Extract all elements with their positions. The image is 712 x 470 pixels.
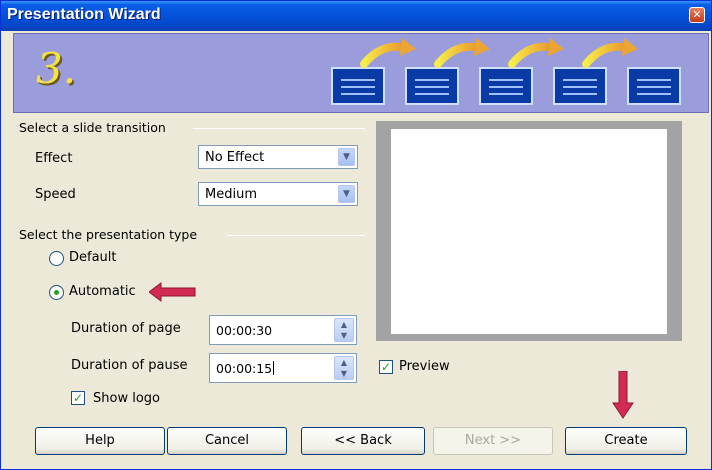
back-button[interactable]: << Back [301,427,425,455]
preview-label[interactable]: Preview [399,359,450,374]
wizard-banner: 3. [13,33,709,113]
close-icon[interactable]: ✕ [689,7,705,23]
duration-pause-value: 00:00:15 [216,361,273,376]
cancel-button[interactable]: Cancel [167,427,287,455]
show-logo-checkbox[interactable]: ✓ [71,391,85,405]
duration-page-field[interactable]: 00:00:30 ▲ ▼ [209,315,357,345]
preview-checkbox[interactable]: ✓ [379,360,393,374]
effect-value: No Effect [205,150,265,165]
text-caret [273,361,275,375]
title-bar[interactable]: Presentation Wizard ✕ [1,1,711,31]
automatic-radio[interactable] [49,285,64,300]
annotation-arrow-down-icon [612,371,634,419]
show-logo-label[interactable]: Show logo [93,391,160,406]
speed-dropdown[interactable]: Medium ▼ [198,182,358,206]
presentation-wizard-window: Presentation Wizard ✕ 3. Select a slide … [0,0,712,470]
slides-progress-icon [331,38,681,105]
duration-pause-value-wrap: 00:00:15 [216,361,275,376]
spin-up-icon[interactable]: ▲ [335,319,353,330]
spin-down-icon[interactable]: ▼ [335,330,353,341]
duration-pause-label: Duration of pause [71,358,188,373]
chevron-down-icon[interactable]: ▼ [338,185,355,203]
duration-page-label: Duration of page [71,321,181,336]
presentation-type-section-label: Select the presentation type [19,227,198,242]
create-button[interactable]: Create [565,427,687,455]
effect-label: Effect [35,151,73,166]
slides-progress-graphic [331,38,681,105]
preview-canvas [391,129,667,334]
window-title: Presentation Wizard [7,6,161,23]
default-radio-label[interactable]: Default [69,250,117,265]
annotation-arrow-left-icon [149,282,196,302]
default-radio[interactable] [49,251,64,266]
preview-frame [376,121,682,341]
presentation-type-section-divider [227,235,365,236]
duration-page-value: 00:00:30 [216,323,273,338]
automatic-radio-label[interactable]: Automatic [69,284,136,299]
transition-section-label: Select a slide transition [19,120,166,135]
speed-label: Speed [35,187,76,202]
speed-value: Medium [205,187,257,202]
chevron-down-icon[interactable]: ▼ [338,148,355,166]
transition-section-divider [193,128,365,129]
next-button[interactable]: Next >> [433,427,553,455]
spin-down-icon[interactable]: ▼ [335,368,353,379]
spin-stepper-icon[interactable]: ▲ ▼ [334,318,354,342]
help-button[interactable]: Help [35,427,165,455]
duration-pause-field[interactable]: 00:00:15 ▲ ▼ [209,353,357,383]
effect-dropdown[interactable]: No Effect ▼ [198,145,358,169]
spin-up-icon[interactable]: ▲ [335,357,353,368]
spin-stepper-icon[interactable]: ▲ ▼ [334,356,354,380]
